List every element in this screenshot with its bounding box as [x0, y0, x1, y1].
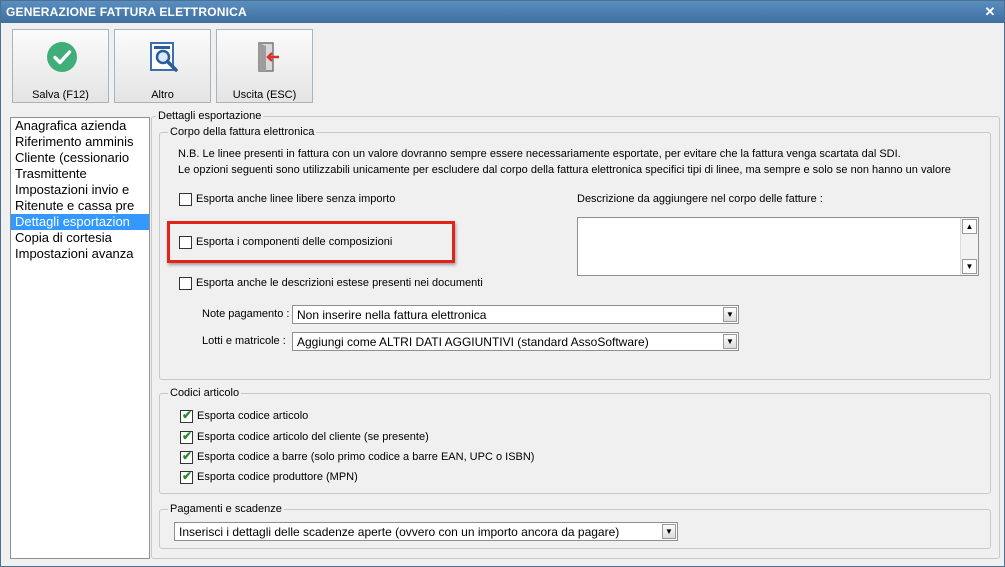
sidebar-item-trasmittente[interactable]: Trasmittente [11, 166, 149, 182]
title-bar: GENERAZIONE FATTURA ELETTRONICA ✕ [1, 1, 1004, 23]
note-line-1: N.B. Le linee presenti in fattura con un… [178, 148, 901, 160]
window-title: GENERAZIONE FATTURA ELETTRONICA [6, 5, 247, 19]
chevron-down-icon[interactable]: ▼ [662, 524, 676, 539]
chevron-down-icon[interactable]: ▼ [723, 307, 737, 322]
check-mark-icon: ✔ [182, 408, 193, 422]
corpo-group-title: Corpo della fattura elettronica [168, 126, 317, 138]
note-pagamento-label: Note pagamento : [202, 308, 290, 320]
checkbox-box[interactable]: ✔ [180, 429, 193, 444]
search-document-icon [150, 42, 178, 72]
note-pagamento-select[interactable]: Non inserire nella fattura elettronica ▼ [292, 305, 739, 324]
sidebar-item-cliente[interactable]: Cliente (cessionario [11, 150, 149, 166]
sidebar-item-impostazioni-invio[interactable]: Impostazioni invio e [11, 182, 149, 198]
altro-button[interactable]: Altro [114, 29, 211, 103]
scroll-down-icon[interactable]: ▼ [962, 259, 977, 274]
sidebar-item-riferimento[interactable]: Riferimento amminis [11, 134, 149, 150]
sidebar-item-dettagli[interactable]: Dettagli esportazion [11, 214, 149, 230]
codici-group-title: Codici articolo [168, 387, 242, 399]
sidebar-nav: Anagrafica azienda Riferimento amminis C… [10, 117, 150, 559]
checkbox-label: Esporta anche linee libere senza importo [196, 193, 396, 205]
exit-button-label: Uscita (ESC) [232, 89, 297, 101]
sidebar-item-anagrafica[interactable]: Anagrafica azienda [11, 118, 149, 134]
close-icon[interactable]: ✕ [982, 4, 998, 19]
checkbox-box[interactable]: ✔ [180, 469, 193, 484]
checkbox-label: Esporta codice a barre (solo primo codic… [197, 451, 535, 463]
pagamenti-select[interactable]: Inserisci i dettagli delle scadenze aper… [174, 522, 678, 541]
descrizione-label: Descrizione da aggiungere nel corpo dell… [577, 193, 823, 205]
note-line-2: Le opzioni seguenti sono utilizzabili un… [178, 164, 951, 176]
checkbox-label: Esporta codice produttore (MPN) [197, 471, 358, 483]
pagamenti-group-title: Pagamenti e scadenze [168, 503, 284, 515]
descrizione-textarea[interactable]: ▲ ▼ [577, 217, 979, 276]
check-mark-icon: ✔ [182, 449, 193, 463]
dettagli-group-title: Dettagli esportazione [156, 110, 264, 122]
checkbox-label: Esporta anche le descrizioni estese pres… [196, 277, 483, 289]
pagamenti-value: Inserisci i dettagli delle scadenze aper… [179, 525, 620, 539]
checkbox-box[interactable] [179, 193, 192, 206]
scroll-up-icon[interactable]: ▲ [962, 219, 977, 234]
altro-button-label: Altro [151, 89, 174, 101]
checkmark-icon [47, 42, 77, 72]
checkbox-box[interactable]: ✔ [180, 449, 193, 464]
note-pagamento-value: Non inserire nella fattura elettronica [297, 308, 487, 322]
check-mark-icon: ✔ [182, 429, 193, 443]
save-button[interactable]: Salva (F12) [12, 29, 109, 103]
chevron-down-icon[interactable]: ▼ [723, 334, 737, 349]
lotti-value: Aggiungi come ALTRI DATI AGGIUNTIVI (sta… [297, 335, 649, 349]
check-mark-icon: ✔ [182, 469, 193, 483]
sidebar-item-impostazioni-avanzate[interactable]: Impostazioni avanza [11, 246, 149, 262]
sidebar-item-copia-cortesia[interactable]: Copia di cortesia [11, 230, 149, 246]
checkbox-box[interactable] [179, 277, 192, 290]
checkbox-label: Esporta codice articolo [197, 410, 309, 422]
sidebar-item-ritenute[interactable]: Ritenute e cassa pre [11, 198, 149, 214]
exit-button[interactable]: Uscita (ESC) [216, 29, 313, 103]
lotti-select[interactable]: Aggiungi come ALTRI DATI AGGIUNTIVI (sta… [292, 332, 739, 351]
checkbox-label: Esporta codice articolo del cliente (se … [197, 431, 429, 443]
exit-door-icon [258, 42, 279, 72]
lotti-label: Lotti e matricole : [202, 335, 286, 347]
checkbox-box[interactable]: ✔ [180, 408, 193, 423]
main-window: GENERAZIONE FATTURA ELETTRONICA ✕ Salva … [0, 0, 1005, 567]
save-button-label: Salva (F12) [32, 89, 89, 101]
descrizione-scrollbar[interactable]: ▲ ▼ [960, 218, 978, 275]
highlight-box [167, 221, 455, 263]
